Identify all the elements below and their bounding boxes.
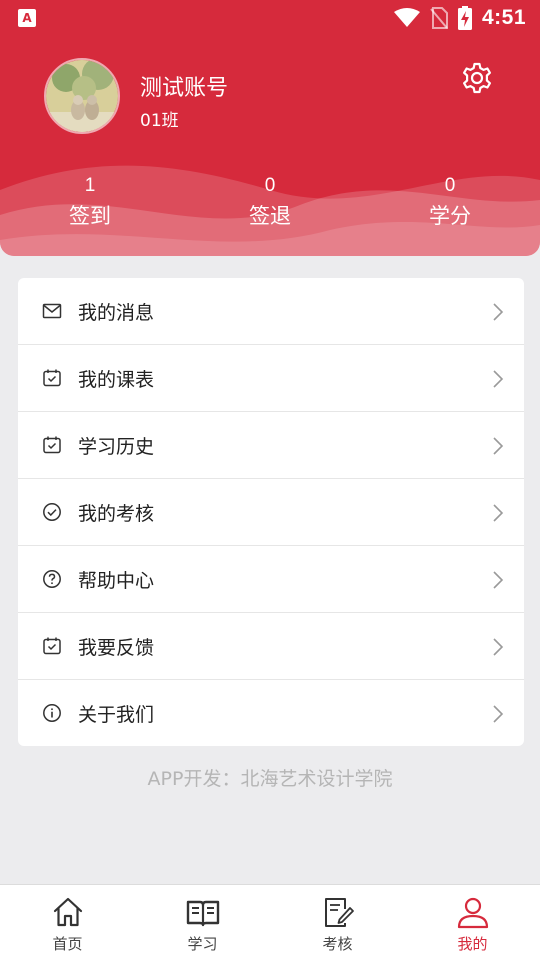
nav-label: 学习 bbox=[187, 935, 218, 953]
stat-value: 0 bbox=[444, 175, 456, 196]
chevron-right-icon bbox=[493, 504, 504, 522]
stat-checkout[interactable]: 0 签退 bbox=[180, 174, 360, 234]
menu-item-label: 学习历史 bbox=[78, 435, 155, 458]
nav-label: 我的 bbox=[457, 935, 488, 953]
stat-label: 学分 bbox=[429, 204, 471, 228]
status-time: 4:51 bbox=[481, 6, 526, 29]
settings-gear-icon[interactable] bbox=[460, 61, 494, 95]
profile-class: 01班 bbox=[140, 111, 179, 131]
chevron-right-icon bbox=[493, 705, 504, 723]
stat-value: 0 bbox=[264, 175, 276, 196]
exam-edit-icon bbox=[324, 898, 354, 927]
menu-item-about[interactable]: 关于我们 bbox=[18, 680, 524, 746]
check-circle-icon bbox=[43, 503, 61, 521]
menu-item-label: 我的考核 bbox=[78, 502, 155, 525]
stats-row: 1 签到 0 签退 0 学分 bbox=[0, 174, 540, 234]
help-circle-icon bbox=[43, 570, 61, 588]
battery-charging-icon bbox=[457, 6, 472, 30]
nav-label: 考核 bbox=[322, 935, 353, 953]
menu-item-help[interactable]: 帮助中心 bbox=[18, 546, 524, 613]
menu-item-feedback[interactable]: 我要反馈 bbox=[18, 613, 524, 680]
menu-list: 我的消息 我的课表 学习历史 我的考核 帮助中心 我要反馈 关于我们 bbox=[18, 278, 524, 746]
avatar[interactable] bbox=[44, 58, 120, 134]
chevron-right-icon bbox=[493, 571, 504, 589]
menu-item-label: 我要反馈 bbox=[78, 636, 155, 659]
home-icon bbox=[53, 897, 82, 927]
stat-checkin[interactable]: 1 签到 bbox=[0, 174, 180, 234]
no-sim-icon bbox=[430, 7, 448, 29]
developer-credit: APP开发：北海艺术设计学院 bbox=[147, 768, 393, 790]
info-circle-icon bbox=[43, 704, 61, 722]
menu-item-schedule[interactable]: 我的课表 bbox=[18, 345, 524, 412]
menu-item-label: 关于我们 bbox=[78, 704, 155, 726]
wifi-icon bbox=[393, 8, 420, 27]
chevron-right-icon bbox=[493, 303, 504, 321]
chevron-right-icon bbox=[493, 437, 504, 455]
nav-tab-study[interactable]: 学习 bbox=[135, 885, 270, 960]
status-bar: A 4:51 bbox=[0, 0, 540, 36]
nav-label: 首页 bbox=[52, 935, 83, 953]
nav-tab-exam[interactable]: 考核 bbox=[270, 885, 405, 960]
app-notification-icon: A bbox=[18, 9, 36, 27]
menu-item-label: 帮助中心 bbox=[78, 569, 155, 592]
menu-item-messages[interactable]: 我的消息 bbox=[18, 278, 524, 345]
menu-item-assessment[interactable]: 我的考核 bbox=[18, 479, 524, 546]
chevron-right-icon bbox=[493, 638, 504, 656]
stat-credits[interactable]: 0 学分 bbox=[360, 174, 540, 234]
nav-tab-mine[interactable]: 我的 bbox=[405, 885, 540, 960]
profile-name: 测试账号 bbox=[140, 76, 229, 101]
user-icon bbox=[457, 897, 488, 929]
book-icon bbox=[186, 900, 219, 927]
profile-header: A 4:51 测试账号 01班 1 签到 0 签退 0 学分 bbox=[0, 0, 540, 256]
menu-item-history[interactable]: 学习历史 bbox=[18, 412, 524, 479]
calendar-check-icon bbox=[43, 637, 61, 655]
menu-item-label: 我的消息 bbox=[78, 301, 155, 324]
stat-label: 签退 bbox=[249, 204, 291, 228]
stat-value: 1 bbox=[84, 175, 96, 196]
stat-label: 签到 bbox=[69, 204, 111, 228]
chevron-right-icon bbox=[493, 370, 504, 388]
mail-icon bbox=[42, 303, 62, 319]
bottom-nav: 首页 学习 考核 我的 bbox=[0, 884, 540, 960]
nav-tab-home[interactable]: 首页 bbox=[0, 885, 135, 960]
menu-item-label: 我的课表 bbox=[78, 368, 155, 391]
calendar-check-icon bbox=[43, 436, 61, 454]
calendar-check-icon bbox=[43, 369, 61, 387]
